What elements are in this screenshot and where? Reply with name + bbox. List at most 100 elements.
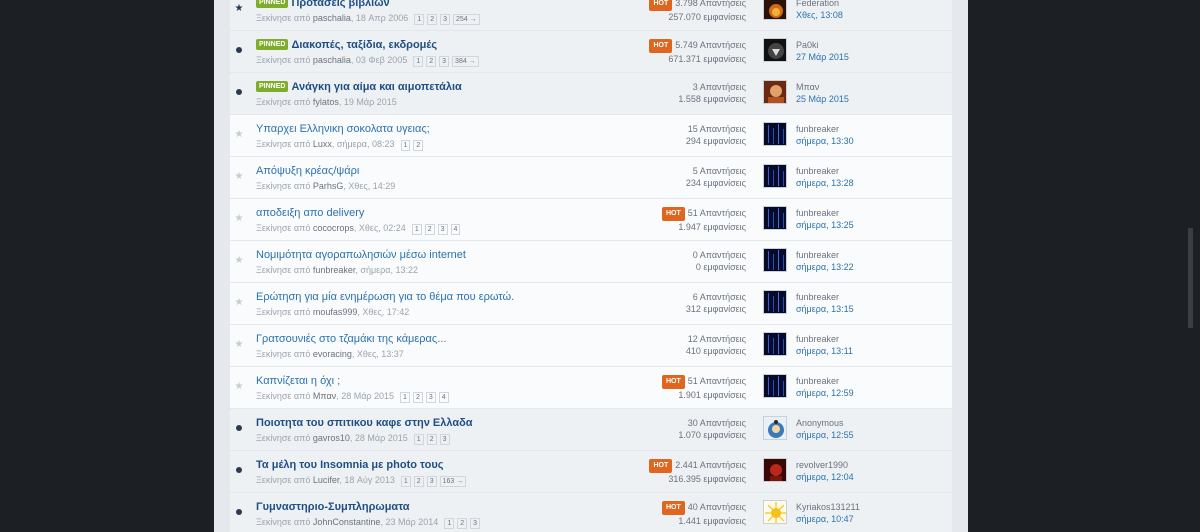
page-link[interactable]: 1 xyxy=(413,56,424,67)
last-post-time[interactable]: 27 Μάρ 2015 xyxy=(796,51,849,63)
page-link[interactable]: 3 xyxy=(425,392,436,403)
page-link[interactable]: 1 xyxy=(400,140,411,151)
topic-author[interactable]: funbreaker xyxy=(313,265,356,275)
last-post-time[interactable]: σήμερα, 13:15 xyxy=(796,303,854,315)
star-icon[interactable]: ★ xyxy=(235,339,244,350)
page-link[interactable]: 1 xyxy=(411,224,422,235)
page-link[interactable]: 2 xyxy=(426,434,437,445)
topic-title-link[interactable]: Απόψυξη κρέας/ψάρι xyxy=(256,165,359,177)
last-poster-name[interactable]: funbreaker xyxy=(796,207,854,219)
topic-title-link[interactable]: αποδειξη απο delivery xyxy=(256,207,364,219)
topic-title-link[interactable]: Διακοπές, ταξίδια, εκδρομές xyxy=(291,39,437,51)
topic-row[interactable]: ★ Γρατσουνιές στο τζαμάκι της κάμερας... Ξ… xyxy=(230,324,952,366)
topic-row[interactable]: ★ PINNED Προτάσεις βιβλίων Ξεκίνησε από pas… xyxy=(230,0,952,30)
last-poster-avatar[interactable] xyxy=(763,374,787,398)
last-post-time[interactable]: σήμερα, 13:11 xyxy=(796,345,853,357)
page-link[interactable]: 2 xyxy=(413,140,424,151)
star-icon[interactable]: ★ xyxy=(235,297,244,308)
page-link[interactable]: 3 xyxy=(470,518,481,529)
page-link[interactable]: 163 → xyxy=(439,476,467,487)
last-poster-name[interactable]: Μπαν xyxy=(796,81,849,93)
star-icon[interactable]: ★ xyxy=(235,3,244,14)
window-scrollbar[interactable] xyxy=(1188,228,1193,328)
topic-row[interactable]: Γυμναστηριο-Συμπληρωματα Ξεκίνησε από Joh… xyxy=(230,492,952,532)
star-icon[interactable]: ★ xyxy=(235,171,244,182)
topic-author[interactable]: Μπαν xyxy=(313,391,336,401)
page-link[interactable]: 1 xyxy=(400,476,411,487)
last-poster-avatar[interactable] xyxy=(763,290,787,314)
last-poster-name[interactable]: Pa0ki xyxy=(796,39,849,51)
page-link[interactable]: 3 xyxy=(439,434,450,445)
topic-row[interactable]: Ποιοτητα του σπιτικου καφε στην Ελλαδα Ξε… xyxy=(230,408,952,450)
last-poster-name[interactable]: funbreaker xyxy=(796,249,854,261)
topic-title-link[interactable]: Τα μέλη του Insomnia με photo τους xyxy=(256,459,443,471)
topic-title-link[interactable]: Καπνίζεται η όχι ; xyxy=(256,375,340,387)
last-poster-name[interactable]: Kyriakos131211 xyxy=(796,501,860,513)
topic-row[interactable]: PINNED Διακοπές, ταξίδια, εκδρομές Ξεκίνησ… xyxy=(230,30,952,72)
last-poster-avatar[interactable] xyxy=(763,80,787,104)
last-post-time[interactable]: σήμερα, 13:30 xyxy=(796,135,854,147)
page-link[interactable]: 2 xyxy=(413,476,424,487)
page-link[interactable]: 3 xyxy=(426,476,437,487)
last-post-time[interactable]: σήμερα, 12:55 xyxy=(796,429,854,441)
page-link[interactable]: 3 xyxy=(437,224,448,235)
last-post-time[interactable]: σήμερα, 13:22 xyxy=(796,261,854,273)
page-link[interactable]: 2 xyxy=(427,14,438,25)
last-poster-name[interactable]: funbreaker xyxy=(796,165,854,177)
topic-author[interactable]: JohnConstantine xyxy=(313,517,381,527)
topic-title-link[interactable]: Προτάσεις βιβλίων xyxy=(291,0,389,9)
topic-row[interactable]: ★ Απόψυξη κρέας/ψάρι Ξεκίνησε από ParhsG, … xyxy=(230,156,952,198)
topic-author[interactable]: ParhsG xyxy=(313,181,344,191)
last-poster-avatar[interactable] xyxy=(763,122,787,146)
last-poster-name[interactable]: Anonymous xyxy=(796,417,854,429)
last-post-time[interactable]: σήμερα, 12:04 xyxy=(796,471,854,483)
last-poster-avatar[interactable] xyxy=(763,164,787,188)
topic-title-link[interactable]: Ποιοτητα του σπιτικου καφε στην Ελλαδα xyxy=(256,417,473,429)
last-poster-avatar[interactable] xyxy=(763,458,787,482)
topic-row[interactable]: ★ Καπνίζεται η όχι ; Ξεκίνησε από Μπαν, 28… xyxy=(230,366,952,408)
last-poster-name[interactable]: Federation xyxy=(796,0,843,9)
star-icon[interactable]: ★ xyxy=(235,255,244,266)
topic-author[interactable]: Lucifer xyxy=(313,475,340,485)
page-link[interactable]: 384 → xyxy=(452,56,479,67)
last-poster-name[interactable]: revolver1990 xyxy=(796,459,854,471)
last-poster-name[interactable]: funbreaker xyxy=(796,291,854,303)
page-link[interactable]: 1 xyxy=(400,392,410,403)
topic-author[interactable]: Luxx xyxy=(313,139,332,149)
topic-title-link[interactable]: Υπαρχει Ελληνικη σοκολατα υγειας; xyxy=(256,123,430,135)
last-poster-avatar[interactable] xyxy=(763,416,787,440)
topic-row[interactable]: ★ Νομιμότητα αγοραπωλησιών μέσω internet Ξ… xyxy=(230,240,952,282)
last-poster-avatar[interactable] xyxy=(763,0,787,20)
page-link[interactable]: 1 xyxy=(413,434,424,445)
star-icon[interactable]: ★ xyxy=(235,129,244,140)
page-link[interactable]: 3 xyxy=(440,14,451,25)
page-link[interactable]: 4 xyxy=(438,392,449,403)
page-link[interactable]: 254 → xyxy=(453,14,480,25)
topic-title-link[interactable]: Ερώτηση για μία ενημέρωση για το θέμα πο… xyxy=(256,291,514,303)
last-poster-name[interactable]: funbreaker xyxy=(796,333,853,345)
topic-row[interactable]: ★ Υπαρχει Ελληνικη σοκολατα υγειας; Ξεκίνη… xyxy=(230,114,952,156)
topic-title-link[interactable]: Ανάγκη για αίμα και αιμοπετάλια xyxy=(291,81,461,93)
last-post-time[interactable]: σήμερα, 12:59 xyxy=(796,387,854,399)
page-link[interactable]: 2 xyxy=(457,518,468,529)
topic-row[interactable]: ★ Ερώτηση για μία ενημέρωση για το θέμα π… xyxy=(230,282,952,324)
last-post-time[interactable]: 25 Μάρ 2015 xyxy=(796,93,849,105)
topic-author[interactable]: evoracing xyxy=(313,349,352,359)
last-poster-avatar[interactable] xyxy=(763,332,787,356)
topic-row[interactable]: Τα μέλη του Insomnia με photo τους Ξεκίνη… xyxy=(230,450,952,492)
topic-author[interactable]: cococrops xyxy=(313,223,354,233)
page-link[interactable]: 2 xyxy=(426,56,437,67)
topic-author[interactable]: paschalia xyxy=(313,13,351,23)
last-poster-avatar[interactable] xyxy=(763,38,787,62)
topic-author[interactable]: gavros10 xyxy=(313,433,350,443)
topic-author[interactable]: fylatos xyxy=(313,97,339,107)
last-post-time[interactable]: σήμερα, 10:47 xyxy=(796,513,860,525)
page-link[interactable]: 3 xyxy=(439,56,450,67)
page-link[interactable]: 2 xyxy=(412,392,423,403)
topic-row[interactable]: ★ αποδειξη απο delivery Ξεκίνησε από cococ… xyxy=(230,198,952,240)
topic-author[interactable]: paschalia xyxy=(313,55,351,65)
topic-title-link[interactable]: Νομιμότητα αγοραπωλησιών μέσω internet xyxy=(256,249,466,261)
star-icon[interactable]: ★ xyxy=(235,381,244,392)
topic-title-link[interactable]: Γυμναστηριο-Συμπληρωματα xyxy=(256,501,410,513)
last-poster-avatar[interactable] xyxy=(763,206,787,230)
